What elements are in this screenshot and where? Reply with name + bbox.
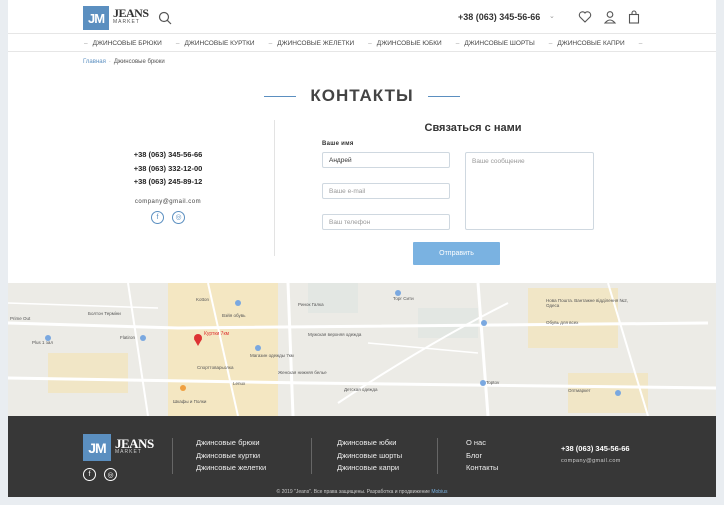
nav-item-pants[interactable]: ДЖИНСОВЫЕ БРЮКИ	[84, 40, 162, 47]
page-title: КОНТАКТЫ	[310, 86, 414, 105]
nav-item-shorts[interactable]: ДЖИНСОВЫЕ ШОРТЫ	[456, 40, 534, 47]
footer-link[interactable]: Джинсовые шорты	[337, 450, 402, 463]
title-line-right	[427, 95, 460, 97]
map-place: Kotton	[196, 297, 210, 302]
search-icon[interactable]	[158, 11, 172, 25]
header: JM JEANS MARKET +38 (063) 345-56-66 ⌄	[8, 0, 716, 34]
name-field[interactable]: Андрей	[322, 152, 450, 168]
map[interactable]: Prime Out Kotton Ринок Галка Торг Сити Н…	[8, 283, 716, 416]
map-place: Обувь для всех	[546, 320, 579, 325]
map-marker-label[interactable]: Куртки 7км	[204, 331, 229, 337]
footer-link[interactable]: Джинсовые желетки	[196, 462, 266, 475]
map-place: Мужская верхняя одежда	[308, 332, 362, 337]
copyright: © 2019 "Jeans". Все права защищены. Разр…	[8, 489, 716, 495]
footer-link[interactable]: Контакты	[466, 462, 498, 475]
footer-divider	[311, 438, 312, 474]
map-place: Нова Пошта. Вантажне відділення №2, Одес…	[546, 298, 628, 308]
contact-phone[interactable]: +38 (063) 332-12-00	[98, 162, 238, 176]
logo-mark: JM	[83, 6, 109, 30]
footer-link[interactable]: Джинсовые юбки	[337, 437, 402, 450]
footer-col-categories-2: Джинсовые юбки Джинсовые шорты Джинсовые…	[337, 437, 402, 475]
form-title: Связаться с нами	[424, 122, 522, 134]
footer-socials: f ◎	[83, 468, 117, 481]
map-place: Женская нижняя белье	[278, 370, 327, 375]
map-place: Plus 1 зал	[32, 340, 53, 345]
main-nav: ДЖИНСОВЫЕ БРЮКИ ДЖИНСОВЫЕ КУРТКИ ДЖИНСОВ…	[8, 35, 716, 52]
map-place: Детская одежда	[344, 387, 378, 392]
name-label: Ваше имя	[322, 141, 354, 147]
page: JM JEANS MARKET +38 (063) 345-56-66 ⌄ ДЖ…	[8, 0, 716, 497]
footer-divider	[172, 438, 173, 474]
submit-button[interactable]: Отправить	[413, 242, 500, 265]
map-place: Flatiron	[120, 335, 136, 340]
footer-divider	[437, 438, 438, 474]
contact-email[interactable]: company@gmail.com	[98, 199, 238, 205]
shopping-bag-icon[interactable]	[627, 10, 641, 24]
logo-name: JEANS	[113, 6, 149, 20]
footer-link[interactable]: Джинсовые брюки	[196, 437, 266, 450]
header-phone[interactable]: +38 (063) 345-56-66	[458, 12, 540, 22]
footer-link[interactable]: О нас	[466, 437, 498, 450]
user-icon[interactable]	[603, 10, 617, 24]
nav-item-capri[interactable]: ДЖИНСОВЫЕ КАПРИ	[549, 40, 624, 47]
developer-link[interactable]: Mobius	[431, 489, 447, 495]
map-place: Oптмаркет	[568, 388, 591, 393]
contact-phone[interactable]: +38 (063) 345-56-66	[98, 148, 238, 162]
breadcrumb-home[interactable]: Главная	[83, 59, 106, 65]
breadcrumb-current: Джинсовые брюки	[113, 59, 165, 65]
map-place: Вэйя обувь	[222, 313, 246, 318]
map-place: Toptov	[486, 380, 500, 385]
map-place: Магазин одежды 7км	[250, 353, 294, 358]
footer: JM JEANS MARKET f ◎ Джинсовые брюки Джин…	[8, 416, 716, 497]
logo-mark: JM	[83, 434, 111, 461]
map-place: Lenux	[233, 381, 246, 386]
nav-item-vests[interactable]: ДЖИНСОВЫЕ ЖЕЛЕТКИ	[269, 40, 354, 47]
facebook-icon[interactable]: f	[83, 468, 96, 481]
contact-socials: f ◎	[98, 210, 238, 224]
facebook-icon[interactable]: f	[151, 210, 164, 224]
map-place: Prime Out	[10, 316, 31, 321]
message-field[interactable]: Ваше сообщение	[465, 152, 594, 230]
phone-field[interactable]: Ваш телефон	[322, 214, 450, 230]
footer-email[interactable]: company@gmail.com	[561, 458, 621, 464]
contacts-divider	[274, 120, 275, 256]
footer-logo[interactable]: JM JEANS MARKET	[83, 434, 154, 461]
copyright-text: © 2019 "Jeans". Все права защищены. Разр…	[276, 489, 430, 495]
instagram-icon[interactable]: ◎	[104, 468, 117, 481]
nav-item-jackets[interactable]: ДЖИНСОВЫЕ КУРТКИ	[176, 40, 254, 47]
email-field[interactable]: Ваше e-mail	[322, 183, 450, 199]
footer-col-info: О нас Блог Контакты	[466, 437, 498, 475]
nav-separator: –	[638, 39, 643, 47]
nav-item-skirts[interactable]: ДЖИНСОВЫЕ ЮБКИ	[368, 40, 442, 47]
breadcrumb: Главная · Джинсовые брюки	[83, 59, 165, 65]
footer-col-categories-1: Джинсовые брюки Джинсовые куртки Джинсов…	[196, 437, 266, 475]
map-place: Спорттоварьолка	[197, 365, 234, 370]
logo-name: JEANS	[115, 435, 154, 451]
logo[interactable]: JM JEANS MARKET	[83, 6, 149, 30]
heart-icon[interactable]	[578, 10, 592, 24]
map-place: Торг Сити	[393, 296, 414, 301]
map-place: Ринок Галка	[298, 302, 324, 307]
footer-link[interactable]: Джинсовые капри	[337, 462, 402, 475]
contact-phone[interactable]: +38 (063) 245-89-12	[98, 175, 238, 189]
map-place: Шкафы и Полки	[173, 399, 207, 404]
footer-phone[interactable]: +38 (063) 345-56-66	[561, 444, 630, 453]
contacts-block: +38 (063) 345-56-66 +38 (063) 332-12-00 …	[98, 148, 238, 224]
title-line-left	[264, 95, 297, 97]
page-title-wrap: КОНТАКТЫ	[8, 86, 716, 106]
footer-link[interactable]: Блог	[466, 450, 498, 463]
chevron-down-icon[interactable]: ⌄	[549, 12, 555, 20]
instagram-icon[interactable]: ◎	[172, 210, 185, 224]
map-place: Болтон Терміни	[88, 311, 121, 316]
footer-link[interactable]: Джинсовые куртки	[196, 450, 266, 463]
